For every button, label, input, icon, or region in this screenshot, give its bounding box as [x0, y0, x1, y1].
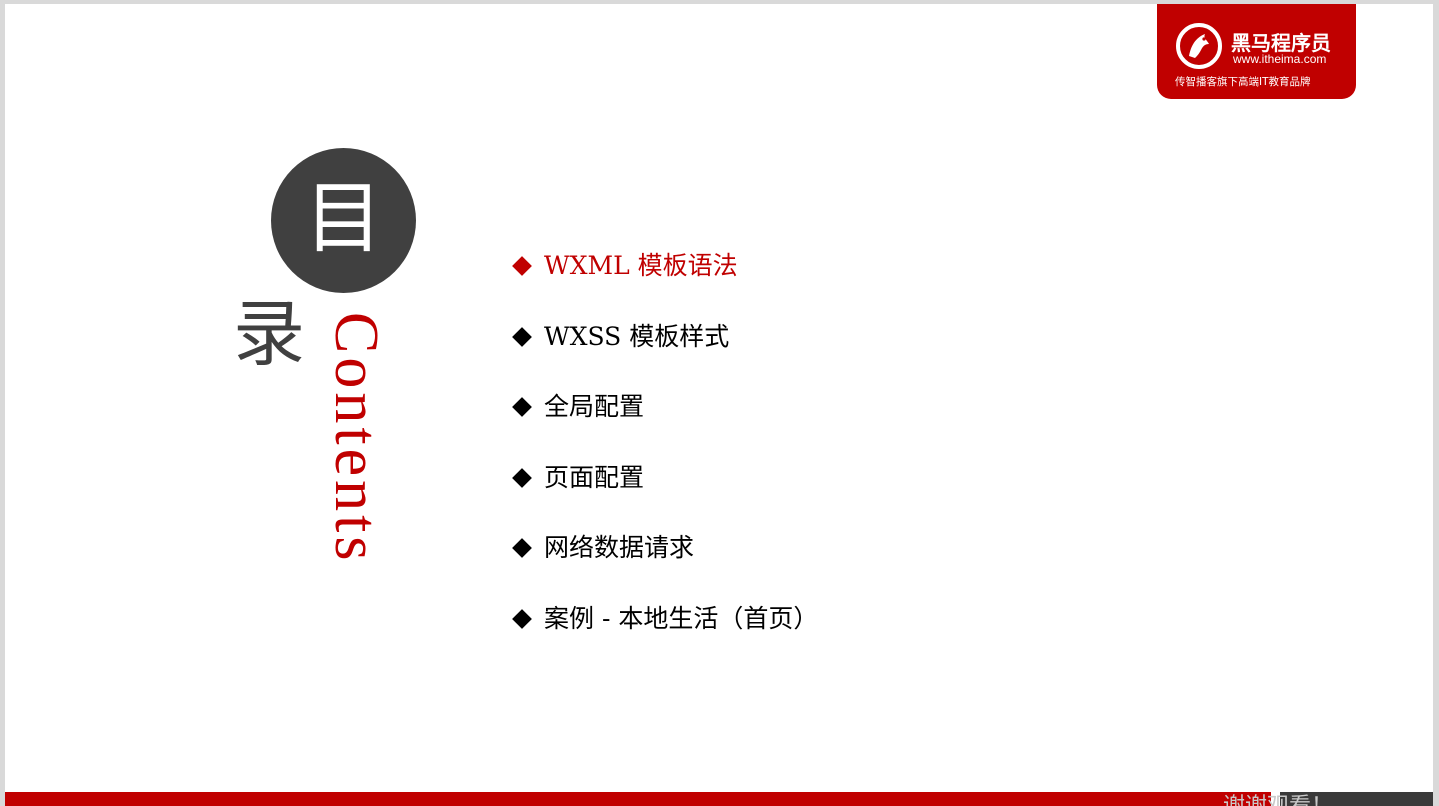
contents-item-label: WXSS 模板样式: [544, 321, 730, 351]
diamond-bullet-icon: [512, 538, 532, 559]
contents-item-label: WXML 模板语法: [544, 251, 738, 280]
contents-item-label: 全局配置: [544, 392, 645, 422]
contents-item-label: 页面配置: [544, 462, 645, 492]
title-char-2: 录: [233, 292, 306, 376]
contents-list: WXML 模板语法 WXSS 模板样式 全局配置 页面配置 网络数据请求 案例 …: [511, 244, 818, 668]
title-char-1: 目: [304, 174, 383, 264]
diamond-bullet-icon: [512, 397, 532, 418]
brand-tagline: 传智播客旗下高端IT教育品牌: [1175, 76, 1311, 88]
diamond-bullet-icon: [512, 467, 532, 488]
title-circle: 目: [271, 148, 416, 293]
diamond-bullet-icon: [512, 256, 532, 276]
contents-item-wxss[interactable]: WXSS 模板样式: [511, 315, 818, 386]
footer-bar: [5, 792, 1271, 806]
slide: 黑马程序员 www.itheima.com 传智播客旗下高端IT教育品牌 目 录…: [5, 4, 1433, 806]
contents-item-page-config[interactable]: 页面配置: [511, 456, 818, 527]
title-english: Contents: [322, 312, 390, 565]
diamond-bullet-icon: [512, 326, 532, 347]
contents-item-wxml[interactable]: WXML 模板语法: [511, 244, 818, 315]
diamond-bullet-icon: [512, 609, 532, 629]
brand-logo: 黑马程序员 www.itheima.com 传智播客旗下高端IT教育品牌: [1157, 4, 1356, 99]
contents-item-label: 网络数据请求: [544, 533, 695, 563]
horse-logo-icon: [1176, 23, 1222, 69]
contents-item-global-config[interactable]: 全局配置: [511, 385, 818, 456]
brand-url: www.itheima.com: [1233, 52, 1327, 66]
contents-item-network-request[interactable]: 网络数据请求: [511, 526, 818, 597]
contents-item-case-study[interactable]: 案例 - 本地生活（首页）: [511, 597, 818, 668]
footer-text: 谢谢观看！: [1223, 796, 1333, 806]
contents-item-label: 案例 - 本地生活（首页）: [544, 603, 819, 633]
